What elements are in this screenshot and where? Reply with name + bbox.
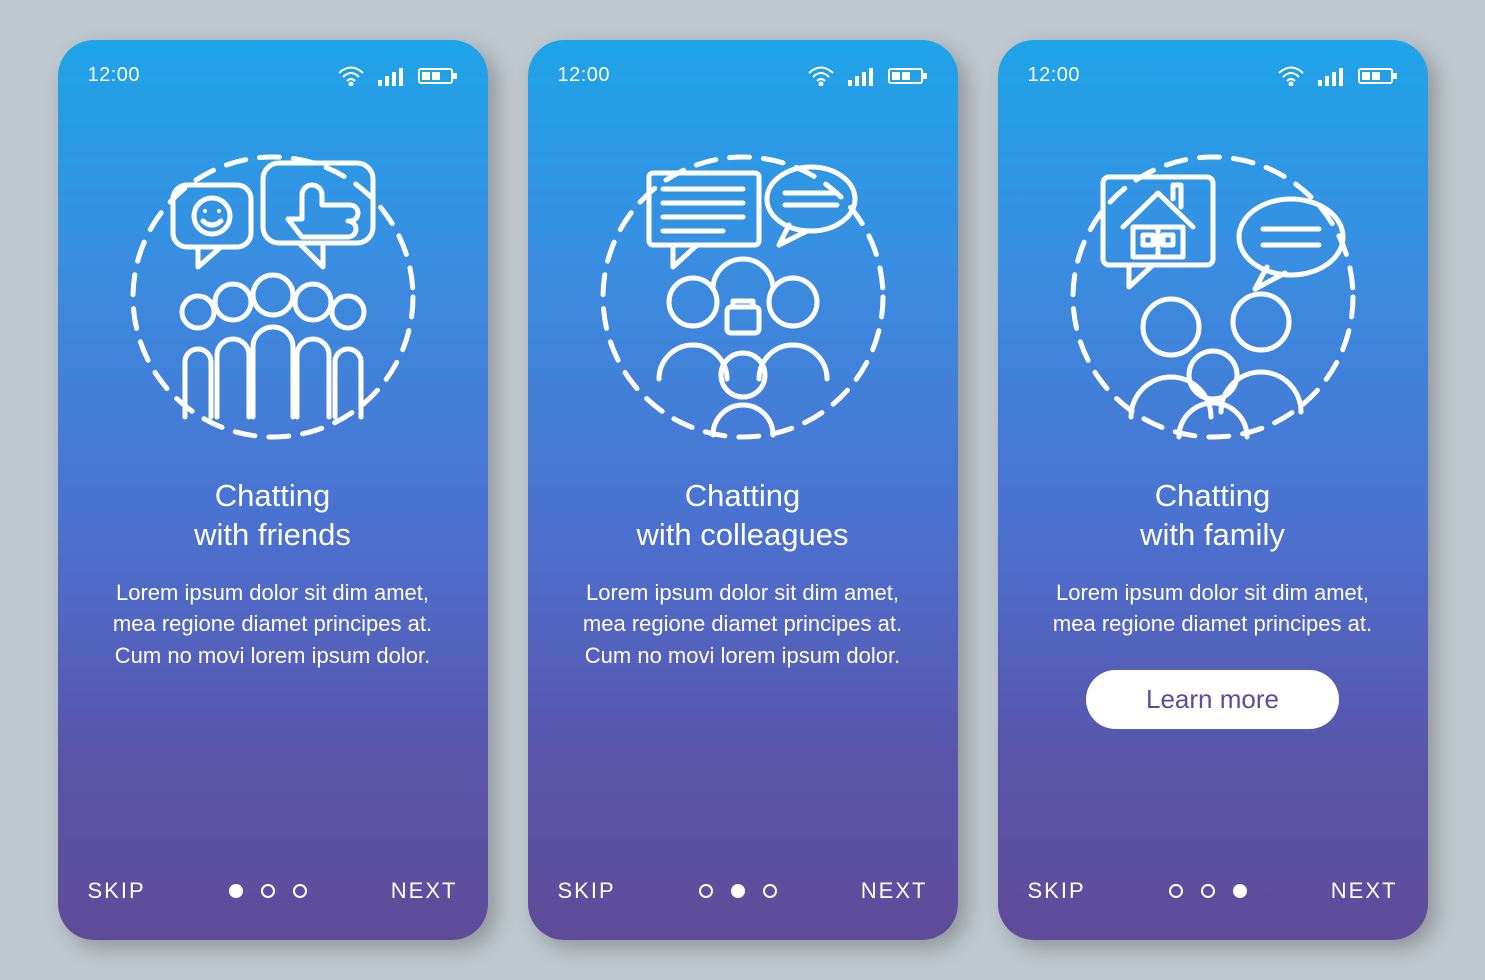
page-dot-3[interactable] <box>293 884 307 898</box>
onboarding-screen-1: 12:00 <box>58 40 488 940</box>
status-icons <box>1278 66 1398 86</box>
wifi-icon <box>338 66 364 86</box>
page-dot-2[interactable] <box>731 884 745 898</box>
onboarding-footer: SKIP NEXT <box>1028 878 1398 904</box>
page-indicator <box>229 884 307 898</box>
friends-group-icon <box>88 127 458 447</box>
page-dot-2[interactable] <box>1201 884 1215 898</box>
colleagues-icon <box>558 127 928 447</box>
onboarding-footer: SKIP NEXT <box>88 878 458 904</box>
learn-more-button[interactable]: Learn more <box>1086 670 1339 729</box>
signal-icon <box>848 66 874 86</box>
onboarding-screen-3: 12:00 <box>998 40 1428 940</box>
wifi-icon <box>808 66 834 86</box>
onboarding-body: Lorem ipsum dolor sit dim amet, mea regi… <box>88 577 458 673</box>
status-bar: 12:00 <box>558 64 928 87</box>
battery-icon <box>418 66 458 86</box>
page-dot-1[interactable] <box>699 884 713 898</box>
status-time: 12:00 <box>1028 64 1081 87</box>
signal-icon <box>378 66 404 86</box>
onboarding-screen-2: 12:00 <box>528 40 958 940</box>
skip-button[interactable]: SKIP <box>88 878 146 904</box>
status-icons <box>808 66 928 86</box>
next-button[interactable]: NEXT <box>391 878 458 904</box>
page-dot-1[interactable] <box>229 884 243 898</box>
page-dot-3[interactable] <box>1233 884 1247 898</box>
status-icons <box>338 66 458 86</box>
status-bar: 12:00 <box>88 64 458 87</box>
battery-icon <box>1358 66 1398 86</box>
status-time: 12:00 <box>558 64 611 87</box>
family-home-icon <box>1028 127 1398 447</box>
next-button[interactable]: NEXT <box>861 878 928 904</box>
skip-button[interactable]: SKIP <box>1028 878 1086 904</box>
page-indicator <box>1169 884 1247 898</box>
status-bar: 12:00 <box>1028 64 1398 87</box>
onboarding-title: Chatting with family <box>1028 477 1398 555</box>
onboarding-body: Lorem ipsum dolor sit dim amet, mea regi… <box>558 577 928 673</box>
page-dot-2[interactable] <box>261 884 275 898</box>
status-time: 12:00 <box>88 64 141 87</box>
wifi-icon <box>1278 66 1304 86</box>
onboarding-title: Chatting with friends <box>88 477 458 555</box>
onboarding-footer: SKIP NEXT <box>558 878 928 904</box>
signal-icon <box>1318 66 1344 86</box>
battery-icon <box>888 66 928 86</box>
skip-button[interactable]: SKIP <box>558 878 616 904</box>
page-dot-3[interactable] <box>763 884 777 898</box>
page-indicator <box>699 884 777 898</box>
page-dot-1[interactable] <box>1169 884 1183 898</box>
onboarding-body: Lorem ipsum dolor sit dim amet, mea regi… <box>1028 577 1398 641</box>
next-button[interactable]: NEXT <box>1331 878 1398 904</box>
onboarding-title: Chatting with colleagues <box>558 477 928 555</box>
